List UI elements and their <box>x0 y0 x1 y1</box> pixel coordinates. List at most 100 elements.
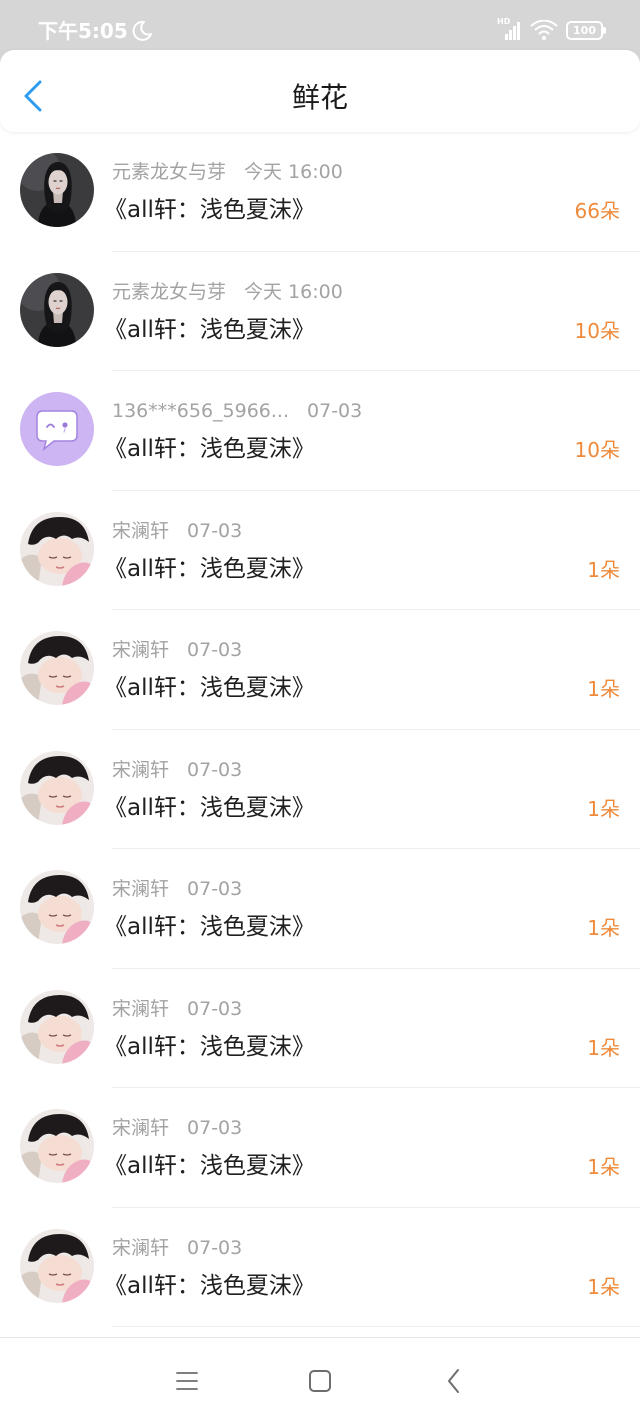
moon-icon <box>132 20 152 41</box>
battery-icon: 100 <box>566 21 603 40</box>
avatar-graphic <box>20 392 94 466</box>
sent-time: 今天 16:00 <box>244 161 343 183</box>
work-title: 《all轩：浅色夏沫》 <box>104 914 315 940</box>
menu-icon <box>176 1372 198 1390</box>
flower-count: 66朵 <box>574 199 620 223</box>
flower-record-row[interactable]: 元素龙女与芽 今天 16:00 《all轩：浅色夏沫》 10朵 <box>0 252 640 371</box>
system-back-button[interactable] <box>432 1359 476 1403</box>
sender-meta: 136***656_5966... 07-03 <box>112 398 362 424</box>
avatar-image <box>20 392 94 466</box>
avatar-image <box>20 990 94 1064</box>
sender-name: 元素龙女与芽 <box>112 280 227 303</box>
flower-record-row[interactable]: 宋澜轩 07-03 《all轩：浅色夏沫》 1朵 <box>0 849 640 969</box>
sender-meta: 宋澜轩 07-03 <box>112 876 242 902</box>
avatar-graphic <box>20 1229 94 1303</box>
work-title: 《all轩：浅色夏沫》 <box>104 316 315 343</box>
avatar[interactable] <box>20 870 94 944</box>
sender-name: 宋澜轩 <box>112 878 170 900</box>
avatar-image <box>20 631 94 705</box>
work-title: 《all轩：浅色夏沫》 <box>104 1272 315 1299</box>
flower-count: 1朵 <box>587 916 620 940</box>
sender-name: 元素龙女与芽 <box>112 161 227 183</box>
sent-time: 07-03 <box>187 997 243 1020</box>
sent-time: 07-03 <box>187 519 243 542</box>
avatar-image <box>20 273 94 347</box>
avatar-image <box>20 1229 94 1303</box>
work-title: 《all轩：浅色夏沫》 <box>104 675 315 701</box>
flower-count: 1朵 <box>587 1274 620 1299</box>
flower-record-row[interactable]: 宋澜轩 07-03 《all轩：浅色夏沫》 1朵 <box>0 730 640 849</box>
work-title: 《all轩：浅色夏沫》 <box>104 436 315 462</box>
sender-meta: 宋澜轩 07-03 <box>112 518 242 544</box>
avatar-image <box>20 1109 94 1183</box>
flower-record-row[interactable]: 宋澜轩 07-03 《all轩：浅色夏沫》 1朵 <box>0 491 640 610</box>
home-button[interactable] <box>298 1359 342 1403</box>
avatar[interactable] <box>20 273 94 347</box>
avatar-graphic <box>20 751 94 825</box>
flower-record-row[interactable]: 宋澜轩 07-03 《all轩：浅色夏沫》 1朵 <box>0 969 640 1088</box>
sent-time: 07-03 <box>187 639 243 661</box>
work-title: 《all轩：浅色夏沫》 <box>104 197 315 223</box>
avatar-graphic <box>20 153 94 227</box>
page-title: 鲜花 <box>291 81 348 114</box>
avatar[interactable] <box>20 1109 94 1183</box>
flower-count: 1朵 <box>587 557 620 582</box>
back-chevron-icon <box>448 1369 459 1393</box>
chevron-left-icon <box>24 80 42 112</box>
sent-time: 07-03 <box>187 1117 243 1139</box>
sender-meta: 元素龙女与芽 今天 16:00 <box>112 159 343 185</box>
flower-record-row[interactable]: 宋澜轩 07-03 《all轩：浅色夏沫》 1朵 <box>0 1088 640 1208</box>
avatar-graphic <box>20 990 94 1064</box>
avatar[interactable] <box>20 512 94 586</box>
sender-meta: 宋澜轩 07-03 <box>112 996 242 1022</box>
flower-record-row[interactable]: 宋澜轩 07-03 《all轩：浅色夏沫》 1朵 <box>0 1208 640 1327</box>
flower-record-row[interactable]: 136***656_5966... 07-03 《all轩：浅色夏沫》 10朵 <box>0 371 640 491</box>
avatar[interactable] <box>20 990 94 1064</box>
avatar-graphic <box>20 273 94 347</box>
back-button[interactable] <box>14 76 54 116</box>
avatar[interactable] <box>20 1229 94 1303</box>
flower-count: 1朵 <box>587 1155 620 1179</box>
status-time: 下午5:05 <box>38 19 128 43</box>
sender-meta: 宋澜轩 07-03 <box>112 1235 242 1261</box>
wifi-icon <box>530 20 558 40</box>
flower-count: 10朵 <box>574 438 620 462</box>
flower-count: 1朵 <box>587 796 620 821</box>
sender-name: 宋澜轩 <box>112 1117 170 1139</box>
avatar-graphic <box>20 631 94 705</box>
work-title: 《all轩：浅色夏沫》 <box>104 1153 315 1179</box>
avatar-image <box>20 870 94 944</box>
work-title: 《all轩：浅色夏沫》 <box>104 794 315 821</box>
sent-time: 07-03 <box>187 758 243 781</box>
sent-time: 07-03 <box>187 878 243 900</box>
sender-meta: 元素龙女与芽 今天 16:00 <box>112 279 343 305</box>
system-navigation-bar <box>0 1337 640 1422</box>
work-title: 《all轩：浅色夏沫》 <box>104 1033 315 1060</box>
sent-time: 07-03 <box>187 1236 243 1259</box>
avatar-graphic <box>20 1109 94 1183</box>
sent-time: 07-03 <box>307 400 363 422</box>
sender-meta: 宋澜轩 07-03 <box>112 1115 242 1141</box>
avatar[interactable] <box>20 631 94 705</box>
battery-tip <box>603 27 606 34</box>
sender-meta: 宋澜轩 07-03 <box>112 757 242 783</box>
sender-name: 宋澜轩 <box>112 997 170 1020</box>
sender-name: 宋澜轩 <box>112 1236 170 1259</box>
sent-time: 今天 16:00 <box>244 280 343 303</box>
flower-count: 10朵 <box>574 318 620 343</box>
avatar-graphic <box>20 512 94 586</box>
avatar[interactable] <box>20 392 94 466</box>
flower-record-row[interactable]: 宋澜轩 07-03 《all轩：浅色夏沫》 1朵 <box>0 610 640 730</box>
flower-record-row[interactable]: 元素龙女与芽 今天 16:00 《all轩：浅色夏沫》 66朵 <box>0 132 640 252</box>
app-header: 鲜花 <box>0 50 640 132</box>
avatar[interactable] <box>20 751 94 825</box>
sender-meta: 宋澜轩 07-03 <box>112 637 242 663</box>
avatar[interactable] <box>20 153 94 227</box>
avatar-graphic <box>20 870 94 944</box>
sender-name: 宋澜轩 <box>112 519 170 542</box>
flower-record-list: 元素龙女与芽 今天 16:00 《all轩：浅色夏沫》 66朵 元素龙女与芽 今天 … <box>0 132 640 1327</box>
sender-name: 宋澜轩 <box>112 639 170 661</box>
menu-button[interactable] <box>165 1359 209 1403</box>
flower-count: 1朵 <box>587 1035 620 1060</box>
work-title: 《all轩：浅色夏沫》 <box>104 555 315 582</box>
